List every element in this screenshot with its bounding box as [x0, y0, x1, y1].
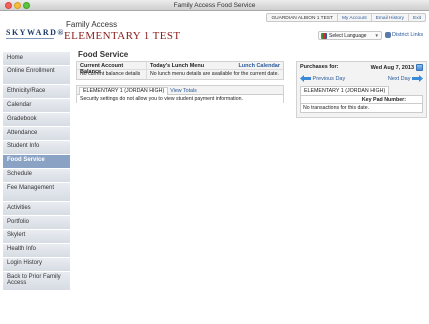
sidebar-nav: Home Online Enrollment Ethnicity/Race Ca… — [3, 52, 70, 291]
purchases-panel: Purchases for: Wed Aug 7, 2013 Previous … — [296, 61, 427, 118]
sidebar-item-activities[interactable]: Activities — [3, 202, 70, 216]
app-name: Family Access — [66, 20, 118, 29]
sidebar-item-food-service[interactable]: Food Service — [3, 154, 70, 168]
sidebar-item-schedule[interactable]: Schedule — [3, 168, 70, 182]
people-icon — [385, 32, 391, 38]
language-select[interactable]: Select Language ▼ — [318, 31, 382, 40]
lunch-calendar-link[interactable]: Lunch Calendar — [238, 63, 280, 69]
next-day-label: Next Day — [387, 75, 411, 82]
previous-day-label: Previous Day — [312, 75, 346, 82]
language-flag-icon — [321, 32, 327, 39]
purchases-date: Wed Aug 7, 2013 — [370, 64, 414, 71]
my-account-link[interactable]: My Account — [336, 14, 371, 21]
sidebar-item-attendance[interactable]: Attendance — [3, 127, 70, 140]
district-links-label: District Links — [392, 32, 424, 38]
page-title: Food Service — [78, 50, 129, 59]
purchases-school-tab[interactable]: ELEMENTARY 1 (JORDAN HIGH) — [300, 86, 390, 95]
sidebar-item-ethnicity-race[interactable]: Ethnicity/Race — [3, 85, 70, 99]
arrow-right-icon — [412, 75, 423, 82]
account-links-bar: GUARDIAN ALBION 1 TEST My Account Email … — [266, 13, 426, 22]
district-links-button[interactable]: District Links — [385, 32, 423, 38]
purchases-label: Purchases for: — [300, 64, 339, 70]
exit-link[interactable]: Exit — [408, 14, 425, 21]
user-name: GUARDIAN ALBION 1 TEST — [271, 16, 333, 21]
payment-school-tab[interactable]: ELEMENTARY 1 (JORDAN HIGH) — [79, 87, 169, 95]
balance-value: No current balance details — [77, 70, 147, 79]
school-name: ELEMENTARY 1 TEST — [64, 30, 181, 42]
window-titlebar: Family Access Food Service — [0, 0, 429, 11]
sidebar-item-login-history[interactable]: Login History — [3, 257, 70, 271]
sidebar-item-home[interactable]: Home — [3, 52, 70, 65]
balance-header: Current Account Balance — [77, 62, 147, 75]
payment-security-message: Security settings do not allow you to vi… — [77, 94, 283, 103]
key-pad-number: Key Pad Number: — [300, 95, 423, 104]
lunch-menu-header: Today's Lunch Menu — [150, 63, 205, 69]
view-totals-link[interactable]: View Totals — [170, 87, 197, 94]
calendar-icon[interactable] — [416, 64, 423, 71]
sidebar-item-student-info[interactable]: Student Info — [3, 140, 70, 154]
sidebar-item-skylert[interactable]: Skylert — [3, 229, 70, 243]
previous-day-button[interactable]: Previous Day — [300, 75, 345, 82]
chevron-down-icon: ▼ — [374, 33, 379, 38]
sidebar-item-portfolio[interactable]: Portfolio — [3, 216, 70, 229]
sidebar-item-gradebook[interactable]: Gradebook — [3, 113, 70, 127]
window-title: Family Access Food Service — [173, 2, 256, 9]
arrow-left-icon — [300, 75, 311, 82]
logo-underline — [6, 38, 54, 39]
no-transactions-message: No transactions for this date. — [300, 104, 423, 113]
payment-panel: ELEMENTARY 1 (JORDAN HIGH) View Totals S… — [76, 85, 284, 103]
next-day-button[interactable]: Next Day — [388, 75, 423, 82]
language-select-label: Select Language — [329, 32, 367, 39]
main-content: Food Service Current Account Balance Tod… — [76, 49, 429, 118]
sidebar-item-calendar[interactable]: Calendar — [3, 99, 70, 113]
sidebar-item-fee-management[interactable]: Fee Management — [3, 182, 70, 202]
sidebar-item-back-to-prior[interactable]: Back to Prior Family Access — [3, 271, 70, 291]
email-history-link[interactable]: Email History — [370, 14, 408, 21]
skyward-logo: SKYWARD® — [6, 28, 65, 37]
balance-lunch-panel: Current Account Balance Today's Lunch Me… — [76, 61, 284, 80]
sidebar-item-online-enrollment[interactable]: Online Enrollment — [3, 65, 70, 85]
lunch-menu-message: No lunch menu details are available for … — [150, 71, 279, 77]
page-header: SKYWARD® Family Access ELEMENTARY 1 TEST… — [0, 11, 429, 48]
sidebar-item-health-info[interactable]: Health Info — [3, 243, 70, 257]
